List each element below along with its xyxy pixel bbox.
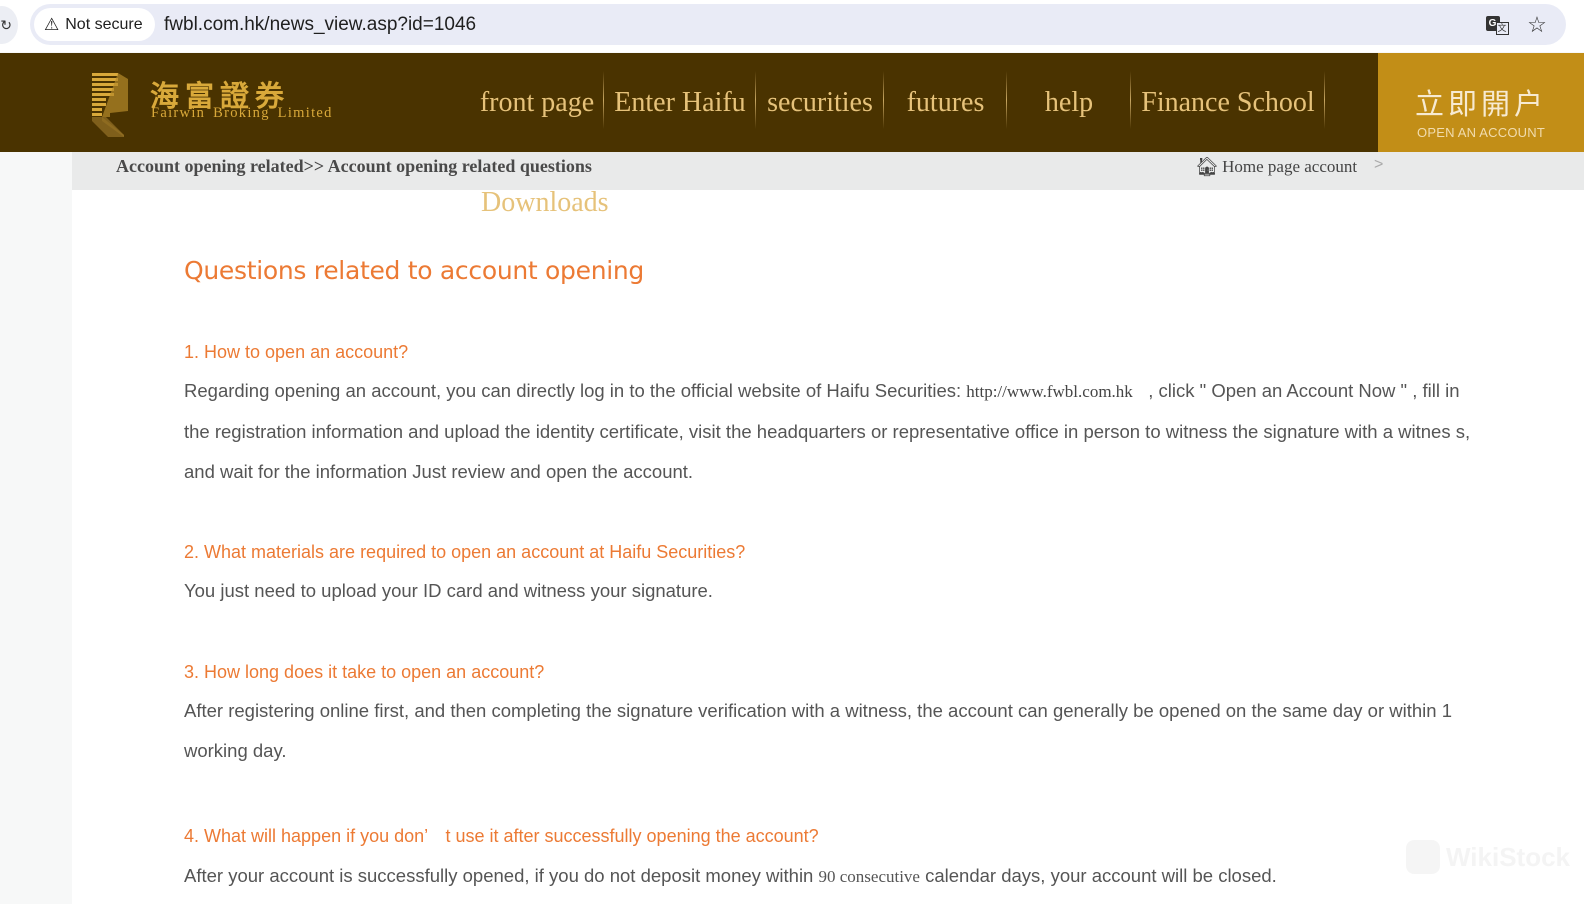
breadcrumb-arrow: > (1374, 156, 1384, 173)
nav-enter-haifu[interactable]: Enter Haifu (604, 53, 756, 152)
nav-securities[interactable]: securities (756, 53, 884, 152)
faq-answer: Regarding opening an account, you can di… (184, 371, 1474, 492)
security-indicator[interactable]: ⚠ Not secure (34, 8, 155, 41)
home-breadcrumb-label: Home page account (1222, 157, 1358, 176)
faq-question: 3. How long does it take to open an acco… (184, 662, 545, 682)
faq-item: 3. How long does it take to open an acco… (184, 662, 1474, 771)
faq-answer: After your account is successfully opene… (184, 856, 1474, 897)
faq-question: 4. What will happen if you don’ t use it… (184, 826, 819, 846)
answer-text: Regarding opening an account, you can di… (184, 380, 967, 401)
logo-english-name: Fairwin Broking Limited (151, 105, 333, 121)
site-header: 海富證券 Fairwin Broking Limited front page … (0, 53, 1584, 152)
translate-icon[interactable]: G文 (1484, 12, 1510, 38)
address-bar[interactable]: ⚠ Not secure fwbl.com.hk/news_view.asp?i… (30, 4, 1566, 45)
website-link[interactable]: http://www.fwbl.com.hk (966, 382, 1133, 401)
faq-item: 4. What will happen if you don’ t use it… (184, 822, 1474, 897)
answer-text: After your account is successfully opene… (184, 865, 819, 886)
wikistock-logo-icon (1406, 840, 1440, 874)
browser-toolbar: ↻ ⚠ Not secure fwbl.com.hk/news_view.asp… (0, 0, 1584, 52)
warning-icon: ⚠ (44, 14, 60, 34)
faq-answer: After registering online first, and then… (184, 700, 1452, 761)
watermark: WikiStock (1406, 840, 1570, 874)
answer-text-serif: 90 consecutive (818, 867, 920, 886)
main-content: Downloads Questions related to account o… (72, 187, 1584, 904)
reload-icon[interactable]: ↻ (0, 6, 18, 44)
faq-item: 1. How to open an account? Regarding ope… (184, 342, 1474, 492)
nav-front-page[interactable]: front page (470, 53, 604, 152)
left-margin (0, 152, 72, 904)
open-account-label-en: OPEN AN ACCOUNT (1417, 125, 1545, 140)
home-breadcrumb-link[interactable]: 🏠︎ Home page account (1195, 155, 1357, 179)
url-text[interactable]: fwbl.com.hk/news_view.asp?id=1046 (164, 4, 476, 45)
open-account-label-cn: 立即開户 (1414, 87, 1547, 121)
nav-downloads[interactable]: Downloads (481, 187, 609, 219)
watermark-text: WikiStock (1446, 841, 1571, 872)
logo-mark-icon (92, 73, 128, 137)
home-icon: 🏠︎ (1195, 157, 1220, 178)
breadcrumb: Account opening related>> Account openin… (72, 152, 1584, 190)
page-title: Questions related to account opening (184, 256, 645, 285)
faq-item: 2. What materials are required to open a… (184, 542, 1474, 611)
main-nav: front page Enter Haifu securities future… (470, 53, 1325, 152)
breadcrumb-path: Account opening related>> Account openin… (116, 156, 592, 176)
nav-help[interactable]: help (1007, 53, 1131, 152)
security-label: Not secure (65, 15, 143, 33)
faq-question: 1. How to open an account? (184, 342, 409, 362)
site-logo[interactable]: 海富證券 Fairwin Broking Limited (92, 73, 342, 143)
faq-question: 2. What materials are required to open a… (184, 542, 746, 562)
faq-answer: You just need to upload your ID card and… (184, 580, 713, 601)
answer-text: calendar days, your account will be clos… (919, 865, 1277, 886)
nav-finance-school[interactable]: Finance School (1131, 53, 1325, 152)
nav-futures[interactable]: futures (884, 53, 1007, 152)
star-icon[interactable]: ☆ (1524, 12, 1550, 38)
